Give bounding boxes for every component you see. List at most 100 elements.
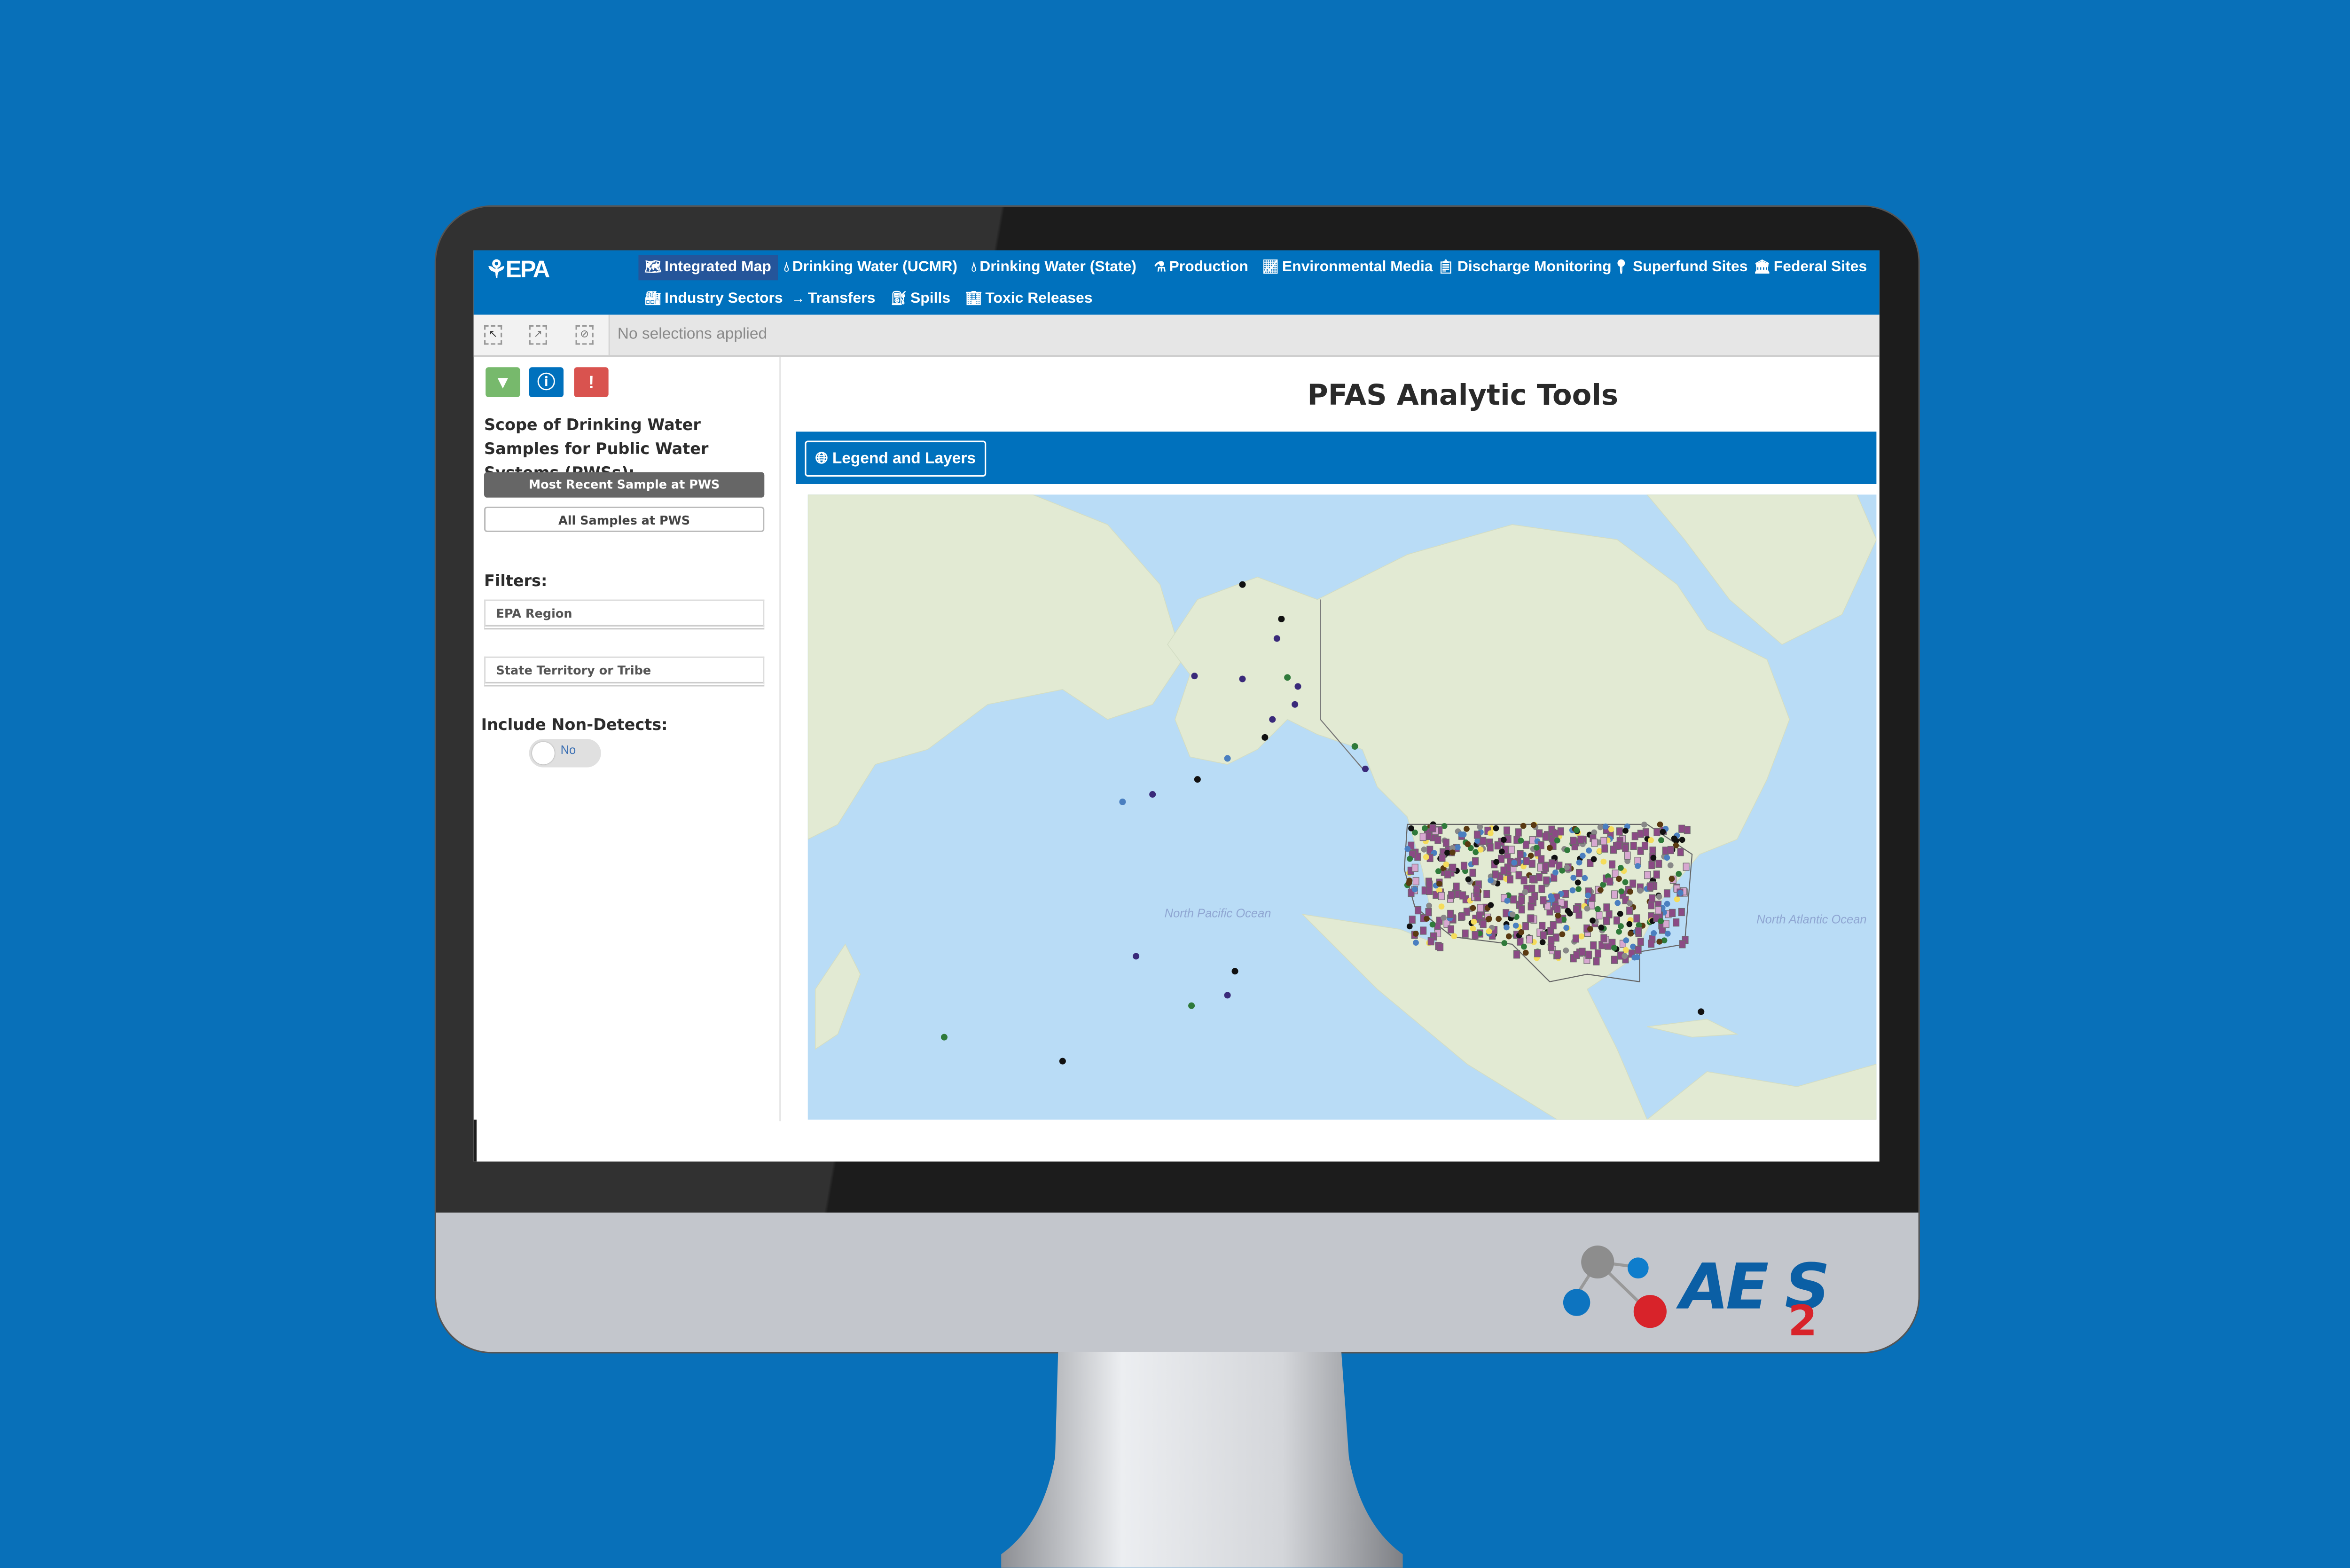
map-marker[interactable] — [1594, 949, 1601, 958]
map-marker[interactable] — [1677, 890, 1684, 896]
map-marker[interactable] — [1523, 857, 1530, 865]
map-marker[interactable] — [1444, 870, 1451, 878]
map-marker[interactable] — [1631, 954, 1638, 961]
map-marker[interactable] — [1483, 890, 1490, 898]
map-marker[interactable] — [1424, 916, 1430, 922]
map-marker[interactable] — [1674, 896, 1680, 902]
map-marker[interactable] — [1664, 931, 1671, 937]
map-marker[interactable] — [1429, 824, 1436, 832]
map-marker[interactable] — [1602, 823, 1609, 830]
map-marker[interactable] — [1500, 837, 1507, 843]
map-marker[interactable] — [1608, 826, 1614, 832]
map-marker[interactable] — [1511, 860, 1518, 866]
map-marker[interactable] — [1648, 837, 1654, 843]
map-marker[interactable] — [1651, 930, 1657, 936]
map-marker[interactable] — [1563, 925, 1570, 931]
map-marker[interactable] — [1522, 889, 1528, 895]
map-marker[interactable] — [1504, 826, 1511, 835]
map-marker[interactable] — [1615, 841, 1622, 850]
map-marker[interactable] — [1614, 900, 1621, 906]
map-marker[interactable] — [1278, 615, 1285, 622]
map-marker[interactable] — [1622, 828, 1629, 834]
map-marker[interactable] — [1600, 934, 1607, 942]
map-marker[interactable] — [1569, 887, 1576, 894]
map-marker[interactable] — [1454, 844, 1461, 851]
map-marker[interactable] — [1493, 825, 1499, 831]
map-marker[interactable] — [1439, 854, 1446, 862]
map-marker[interactable] — [1559, 867, 1566, 874]
info-button[interactable]: ⓘ — [529, 367, 564, 398]
map-marker[interactable] — [1648, 901, 1655, 909]
map-marker[interactable] — [1557, 827, 1564, 836]
map-marker[interactable] — [1660, 829, 1666, 835]
map-marker[interactable] — [1579, 853, 1586, 859]
map-marker[interactable] — [1574, 879, 1581, 886]
map-marker[interactable] — [1559, 931, 1566, 938]
map-marker[interactable] — [1188, 1002, 1195, 1009]
map-marker[interactable] — [1487, 830, 1494, 837]
nav-tab-drinking-water-state[interactable]: 💧︎ Drinking Water (State) — [965, 255, 1143, 280]
map-marker[interactable] — [1611, 945, 1617, 951]
map-marker[interactable] — [1656, 939, 1663, 945]
map-marker[interactable] — [1194, 776, 1201, 783]
map-marker[interactable] — [1231, 968, 1238, 975]
map-marker[interactable] — [1473, 831, 1480, 839]
nav-tab-toxic-releases[interactable]: 🏢︎ Toxic Releases — [959, 286, 1098, 312]
map-marker[interactable] — [1547, 845, 1553, 851]
map-marker[interactable] — [1679, 940, 1686, 949]
map-marker[interactable] — [1637, 887, 1644, 894]
map-marker[interactable] — [1492, 870, 1499, 879]
map-marker[interactable] — [1679, 837, 1685, 843]
map-marker[interactable] — [1496, 916, 1502, 922]
map-marker[interactable] — [1648, 861, 1655, 870]
nav-tab-drinking-water-ucmr[interactable]: 💧︎ Drinking Water (UCMR) — [778, 255, 964, 280]
map-marker[interactable] — [1684, 826, 1691, 834]
map-marker[interactable] — [1663, 889, 1670, 898]
nav-tab-transfers[interactable]: → Transfers — [785, 286, 881, 312]
map-marker[interactable] — [1509, 911, 1516, 917]
map-marker[interactable] — [1239, 581, 1246, 588]
map-marker[interactable] — [1554, 837, 1560, 844]
map-marker[interactable] — [1662, 920, 1669, 928]
map-marker[interactable] — [1603, 903, 1610, 912]
map-marker[interactable] — [1596, 911, 1603, 920]
map-marker[interactable] — [1407, 855, 1413, 862]
map-marker[interactable] — [1458, 912, 1465, 920]
map-marker[interactable] — [1480, 920, 1487, 928]
map-marker[interactable] — [1530, 822, 1537, 828]
map-marker[interactable] — [1462, 929, 1469, 938]
toggle-knob[interactable] — [532, 742, 555, 765]
nav-tab-federal-sites[interactable]: 🏛︎ Federal Sites — [1747, 255, 1873, 280]
most-recent-sample-button[interactable]: Most Recent Sample at PWS — [484, 472, 765, 498]
map-marker[interactable] — [1471, 918, 1477, 925]
map-marker[interactable] — [1133, 953, 1140, 960]
map-marker[interactable] — [1476, 911, 1483, 920]
map-marker[interactable] — [1284, 674, 1291, 681]
map-marker[interactable] — [1648, 940, 1655, 948]
map-marker[interactable] — [1480, 837, 1487, 845]
map-marker[interactable] — [1486, 928, 1492, 934]
map-marker[interactable] — [1419, 832, 1426, 841]
map-marker[interactable] — [1411, 863, 1418, 872]
map-marker[interactable] — [1498, 848, 1505, 855]
map-marker[interactable] — [1564, 847, 1570, 854]
map-marker[interactable] — [1522, 922, 1529, 931]
map-marker[interactable] — [1224, 992, 1231, 999]
map-marker[interactable] — [1631, 832, 1638, 840]
map-marker[interactable] — [1406, 880, 1412, 886]
map-marker[interactable] — [1488, 902, 1494, 909]
map-marker[interactable] — [1459, 891, 1466, 900]
map-marker[interactable] — [1647, 882, 1654, 891]
map-marker[interactable] — [1627, 888, 1633, 895]
map-marker[interactable] — [1573, 905, 1580, 913]
map-marker[interactable] — [1635, 927, 1642, 935]
map-marker[interactable] — [1517, 850, 1524, 858]
map-marker[interactable] — [1536, 873, 1543, 882]
map-marker[interactable] — [1477, 823, 1483, 830]
map-canvas[interactable]: North Pacific Ocean North Atlantic Ocean — [807, 494, 1877, 1120]
map-marker[interactable] — [1635, 946, 1642, 954]
map-marker[interactable] — [1504, 924, 1510, 931]
map-marker[interactable] — [1149, 791, 1156, 798]
map-marker[interactable] — [1292, 701, 1299, 708]
map-marker[interactable] — [1656, 894, 1662, 900]
